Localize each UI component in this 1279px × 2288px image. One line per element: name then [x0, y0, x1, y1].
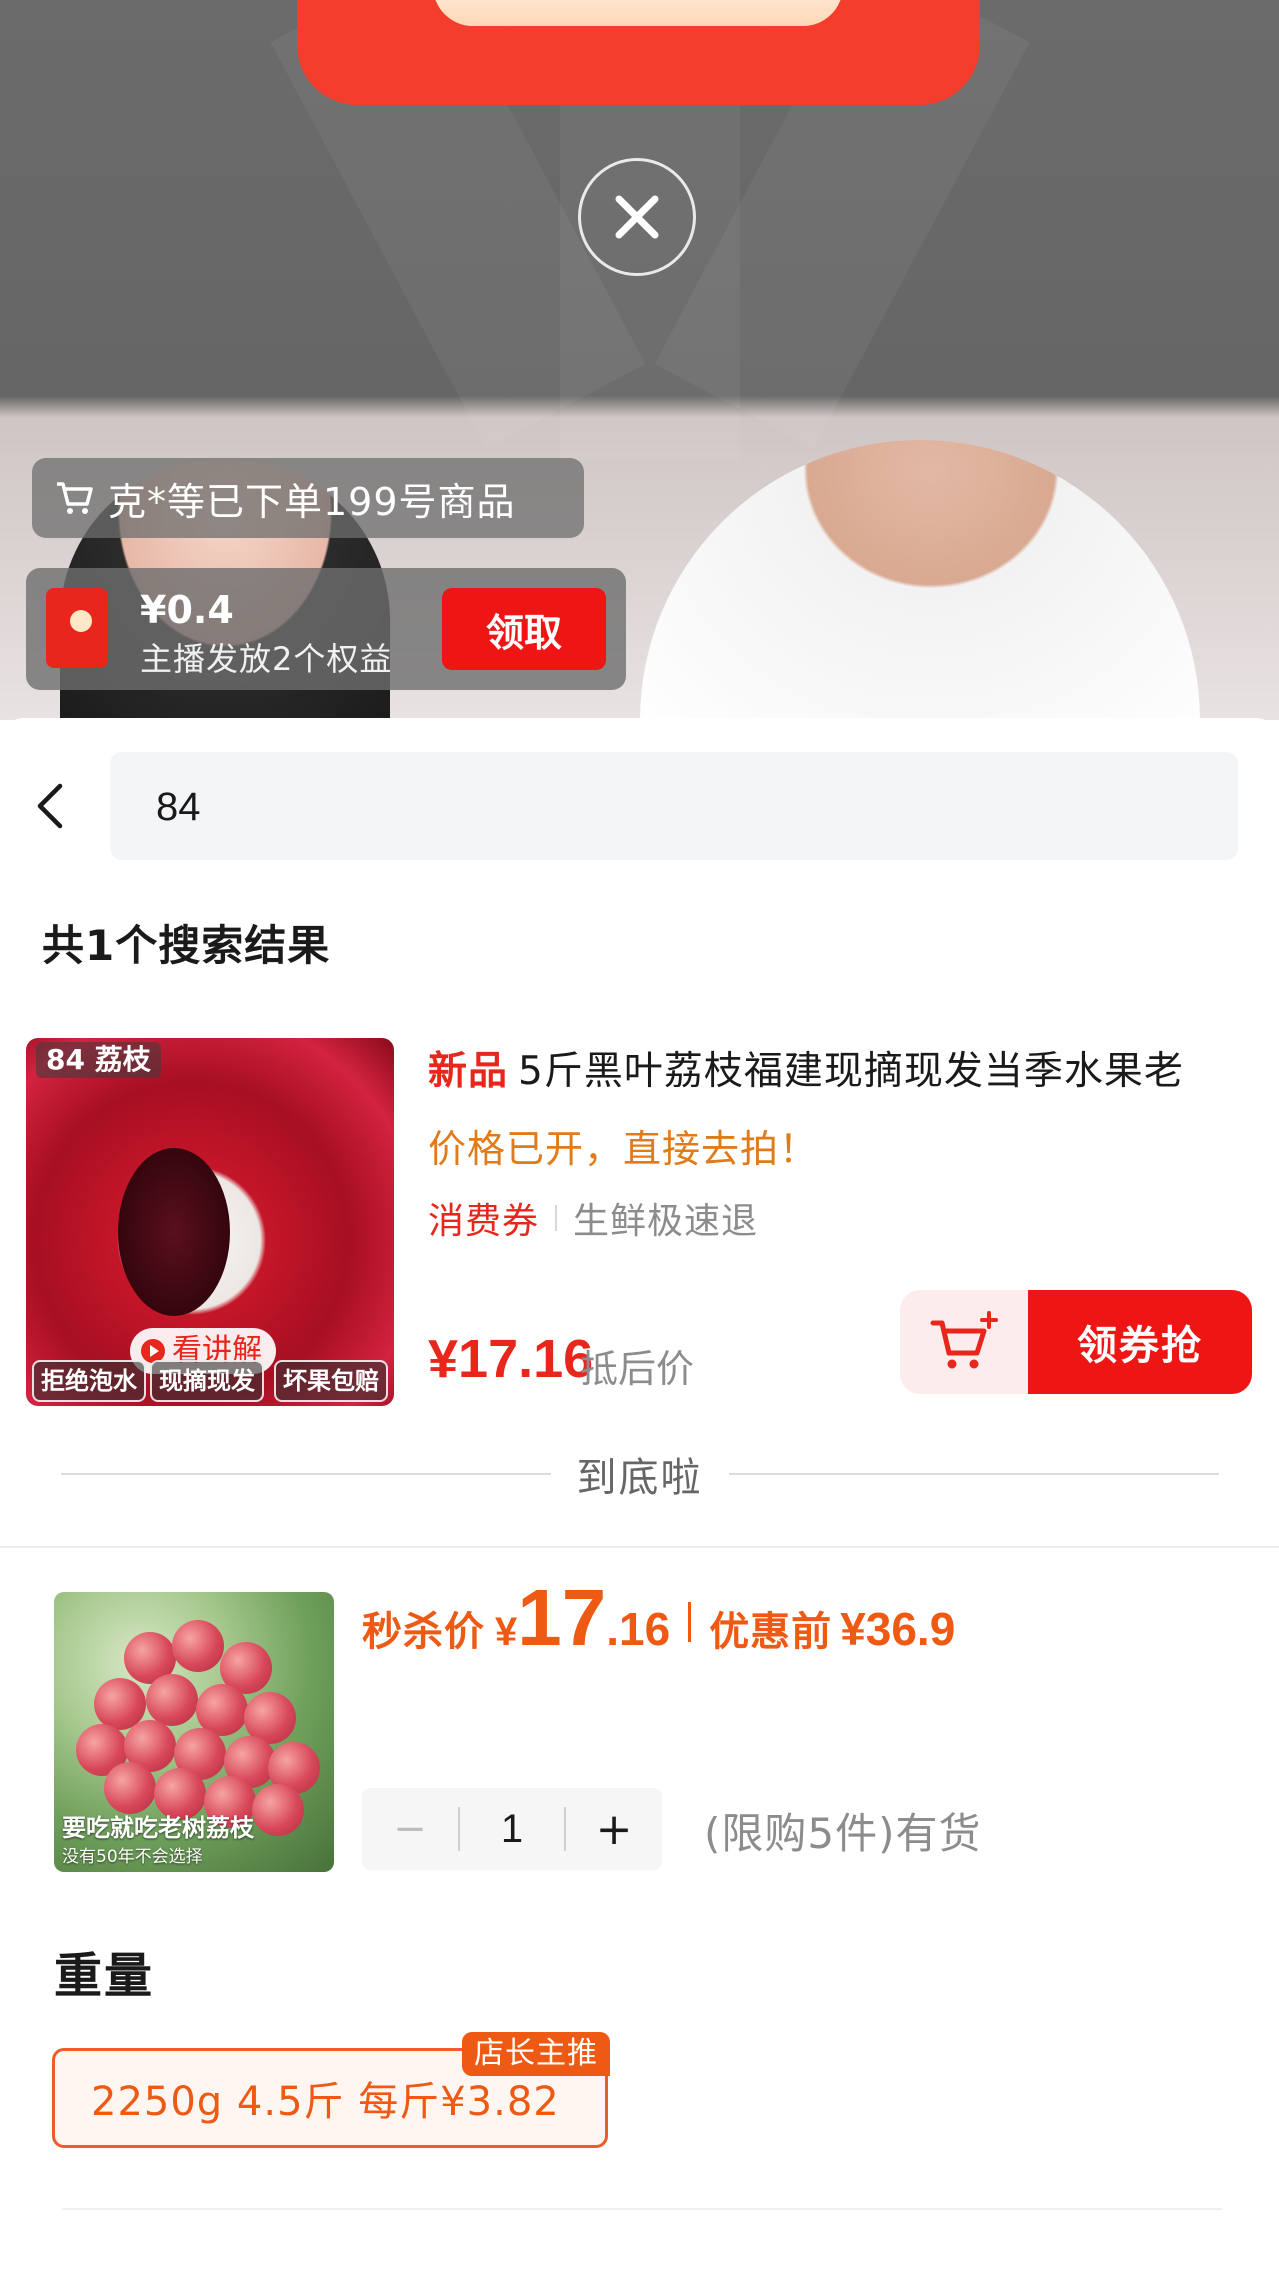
close-icon: [615, 195, 659, 239]
order-ticker: 克*等已下单199号商品: [32, 458, 584, 538]
seckill-price-integer: 17: [517, 1573, 607, 1662]
claim-coupon-buy-button[interactable]: 领券抢: [1028, 1290, 1252, 1394]
purchase-limit-stock: (限购5件)有货: [704, 1809, 982, 1858]
tag-separator: [555, 1205, 558, 1231]
product-title[interactable]: 新品 5斤黑叶荔枝福建现摘现发当季水果老: [428, 1046, 1248, 1098]
divider: [60, 1473, 551, 1475]
quantity-stepper: − 1 +: [362, 1788, 662, 1870]
list-end-text: 到底啦: [576, 1455, 703, 1501]
recommended-badge: 店长主推: [462, 2032, 610, 2076]
original-price-label: 优惠前: [709, 1609, 833, 1655]
section-divider: [0, 1546, 1279, 1548]
product-price-label: 抵后价: [580, 1347, 695, 1391]
popup-close-button[interactable]: [578, 158, 696, 276]
divider: [62, 2208, 1222, 2210]
thumbnail-chip: 现摘现发: [150, 1360, 264, 1402]
search-input[interactable]: [154, 752, 1208, 862]
sku-thumbnail-caption: 要吃就吃老树荔枝: [62, 1814, 254, 1842]
currency-symbol: ¥: [495, 1610, 518, 1654]
benefit-description: 主播发放2个权益: [140, 640, 393, 678]
cart-icon: [57, 482, 93, 514]
sku-thumbnail-subcaption: 没有50年不会选择: [62, 1847, 203, 1867]
weight-section-label: 重量: [54, 1948, 155, 2004]
quantity-decrease-button[interactable]: −: [362, 1788, 458, 1870]
sku-price-row: 秒杀价 ¥ 17 .16 优惠前 ¥36.9: [362, 1572, 955, 1672]
coupon-tag: 消费券: [428, 1201, 540, 1242]
benefit-amount: ¥0.4: [140, 588, 234, 632]
product-tags: 消费券 生鲜极速退: [428, 1192, 758, 1244]
back-button[interactable]: [30, 778, 80, 834]
product-slogan: 价格已开，直接去拍！: [428, 1127, 819, 1171]
price-separator: [688, 1602, 692, 1642]
product-title-text: 5斤黑叶荔枝福建现摘现发当季水果老: [518, 1049, 1184, 1094]
lychee-seed-image: [118, 1148, 230, 1316]
divider: [728, 1473, 1219, 1475]
seckill-label: 秒杀价: [362, 1609, 485, 1655]
search-box: [110, 752, 1238, 862]
fresh-refund-tag: 生鲜极速退: [573, 1201, 759, 1242]
quantity-value[interactable]: 1: [460, 1788, 564, 1870]
list-end: 到底啦: [0, 1440, 1279, 1508]
result-count: 共1个搜索结果: [42, 921, 331, 970]
new-tag: 新品: [428, 1049, 509, 1094]
add-to-cart-icon: [930, 1311, 998, 1369]
product-price: ¥17.16: [428, 1329, 594, 1389]
envelope-seal: [70, 610, 92, 632]
thumbnail-chip: 拒绝泡水: [32, 1360, 146, 1402]
order-ticker-text: 克*等已下单199号商品: [108, 479, 516, 524]
thumbnail-tag: 84 荔枝: [36, 1042, 161, 1078]
chevron-left-icon: [37, 783, 63, 829]
seckill-price-decimal: .16: [606, 1603, 671, 1655]
quantity-increase-button[interactable]: +: [566, 1788, 662, 1870]
add-to-cart-button[interactable]: [900, 1290, 1028, 1394]
popup-card-button[interactable]: [433, 0, 843, 26]
thumbnail-chip: 坏果包赔: [274, 1360, 388, 1402]
original-price: ¥36.9: [840, 1603, 956, 1655]
claim-button[interactable]: 领取: [442, 588, 606, 670]
